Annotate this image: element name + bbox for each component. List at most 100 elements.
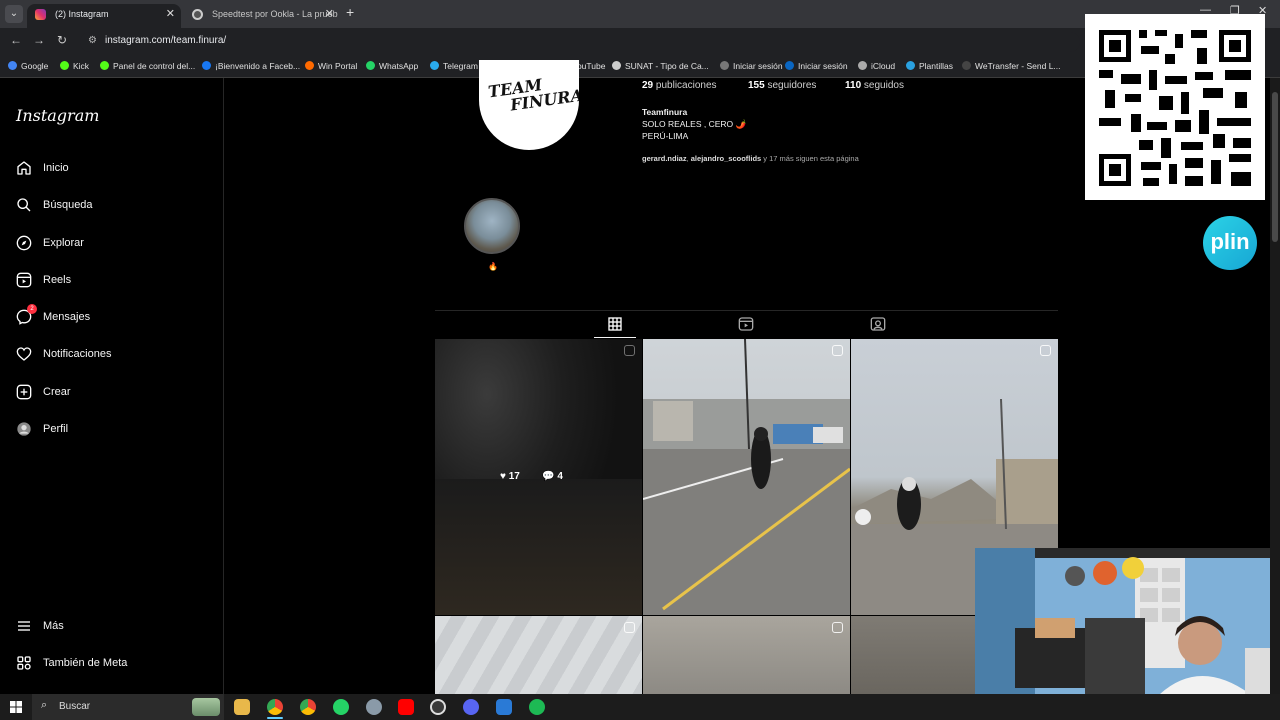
post-tile[interactable]: ♥ 17 💬 4 <box>435 339 642 615</box>
bookmark-item[interactable]: Iniciar sesión <box>785 61 848 71</box>
file-explorer-icon[interactable] <box>234 699 250 715</box>
post-tile[interactable] <box>435 616 642 694</box>
bookmark-label: ¡Bienvenido a Faceb... <box>215 61 301 71</box>
tab-close-icon[interactable]: ✕ <box>325 4 334 24</box>
avatar-logo-text: TEAM FINURA <box>486 75 579 115</box>
reel-badge-icon <box>624 622 635 633</box>
post-tile[interactable] <box>851 616 975 694</box>
bookmark-label: SUNAT - Tipo de Ca... <box>625 61 709 71</box>
comments-count: 4 <box>557 471 563 482</box>
tagged-icon[interactable] <box>870 316 886 332</box>
menu-icon <box>18 621 30 631</box>
bookmark-label: Google <box>21 61 49 71</box>
bookmark-label: Kick <box>73 61 90 71</box>
post-tile[interactable] <box>643 339 850 615</box>
likes-count: 17 <box>508 471 520 482</box>
bookmark-item[interactable]: WeTransfer - Send L... <box>962 61 1061 71</box>
follower-username[interactable]: gerard.ndiaz <box>642 154 687 163</box>
nav-label: Perfil <box>43 423 69 435</box>
reload-icon[interactable]: ↻ <box>57 33 67 47</box>
tab-search-button[interactable]: ⌄ <box>5 5 23 23</box>
bookmark-favicon-icon <box>430 61 439 70</box>
wheelie-photo <box>643 339 850 615</box>
app-icon[interactable] <box>366 699 382 715</box>
reel-badge-icon <box>832 622 843 633</box>
tab-instagram[interactable]: (2) Instagram ✕ <box>27 4 181 28</box>
nav-label: También de Meta <box>43 657 128 669</box>
address-url: instagram.com/team.finura/ <box>105 35 227 46</box>
meta-icon <box>17 656 31 670</box>
reel-badge-icon <box>832 345 843 356</box>
profile-bio-line: SOLO REALES , CERO 🌶️ <box>642 119 747 129</box>
reel-badge-icon <box>624 345 635 356</box>
bookmark-item[interactable]: Panel de control del... <box>100 61 195 71</box>
bookmark-item[interactable]: Plantillas <box>906 61 953 71</box>
qr-code-overlay <box>1085 14 1265 200</box>
nav-label: Mensajes <box>43 311 91 323</box>
forward-icon[interactable]: → <box>33 33 45 47</box>
bookmark-label: iCloud <box>871 61 896 71</box>
windows-start-icon[interactable] <box>10 701 22 713</box>
profile-avatar[interactable]: TEAM FINURA <box>479 60 579 150</box>
chrome-icon[interactable] <box>267 699 283 715</box>
windows-taskbar: ⌕ Buscar <box>0 694 1280 720</box>
site-info-icon[interactable]: ⚙ <box>88 35 97 46</box>
reels-tab-icon[interactable] <box>738 316 754 332</box>
whatsapp-icon[interactable] <box>333 699 349 715</box>
followed-by[interactable]: gerard.ndiaz, alejandro_scooflids y 17 m… <box>642 154 859 163</box>
address-bar[interactable]: ⚙ instagram.com/team.finura/ <box>80 32 1080 52</box>
obs-icon[interactable] <box>430 699 446 715</box>
plus-icon <box>16 384 32 400</box>
discord-icon[interactable] <box>463 699 479 715</box>
grid-icon[interactable] <box>607 316 623 332</box>
bookmark-item[interactable]: Iniciar sesión <box>720 61 783 71</box>
new-tab-button[interactable]: + <box>346 4 354 20</box>
bookmark-favicon-icon <box>366 61 375 70</box>
stat-following[interactable]: 110 seguidos <box>845 80 904 91</box>
bookmark-label: Plantillas <box>919 61 954 71</box>
nav-label: Inicio <box>43 162 69 174</box>
bookmark-label: Iniciar sesión <box>798 61 848 71</box>
instagram-sidebar: Instagram Inicio Búsqueda Explorar Reels… <box>0 78 224 694</box>
stat-followers[interactable]: 155 seguidores <box>748 80 816 91</box>
search-icon: ⌕ <box>41 699 48 711</box>
back-icon[interactable]: ← <box>10 33 22 47</box>
spotify-icon[interactable] <box>529 699 545 715</box>
tab-title: (2) Instagram <box>55 9 109 19</box>
instagram-logo[interactable]: Instagram <box>16 106 99 125</box>
active-tab-indicator <box>594 337 636 338</box>
bookmark-item[interactable]: Win Portal <box>305 61 357 71</box>
tab-speedtest[interactable]: Speedtest por Ookla - La prueb ✕ <box>184 4 340 28</box>
bookmark-item[interactable]: SUNAT - Tipo de Ca... <box>612 61 709 71</box>
post-image-ground <box>435 479 642 615</box>
bookmark-label: Panel de control del... <box>113 61 196 71</box>
search-highlight-icon <box>192 698 220 716</box>
bookmark-favicon-icon <box>858 61 867 70</box>
bookmark-favicon-icon <box>962 61 971 70</box>
instagram-favicon-icon <box>35 9 46 20</box>
post-tile[interactable] <box>643 616 850 694</box>
bookmark-favicon-icon <box>720 61 729 70</box>
follower-username[interactable]: alejandro_scooflids <box>691 154 761 163</box>
bookmark-label: Iniciar sesión <box>733 61 783 71</box>
page-scrollbar-thumb[interactable] <box>1272 92 1278 242</box>
store-icon[interactable] <box>496 699 512 715</box>
taskbar-search[interactable]: ⌕ Buscar <box>32 694 224 720</box>
bookmark-favicon-icon <box>305 61 314 70</box>
nav-label: Reels <box>43 274 72 286</box>
bookmark-item[interactable]: Kick <box>60 61 89 71</box>
tab-close-icon[interactable]: ✕ <box>166 4 175 24</box>
story-highlight[interactable] <box>464 198 520 254</box>
bookmark-item[interactable]: iCloud <box>858 61 895 71</box>
youtube-icon[interactable] <box>398 699 414 715</box>
reels-icon <box>16 272 32 288</box>
tab-title: Speedtest por Ookla - La prueb <box>212 9 338 19</box>
bookmark-item[interactable]: WhatsApp <box>366 61 418 71</box>
likes-icon: ♥ <box>500 471 506 482</box>
bookmark-item[interactable]: ¡Bienvenido a Faceb... <box>202 61 300 71</box>
bookmark-item[interactable]: Telegram <box>430 61 478 71</box>
bookmark-item[interactable]: Google <box>8 61 48 71</box>
chrome-profile-icon[interactable] <box>300 699 316 715</box>
messages-badge: 2 <box>27 304 37 314</box>
avatar-icon <box>17 422 31 436</box>
